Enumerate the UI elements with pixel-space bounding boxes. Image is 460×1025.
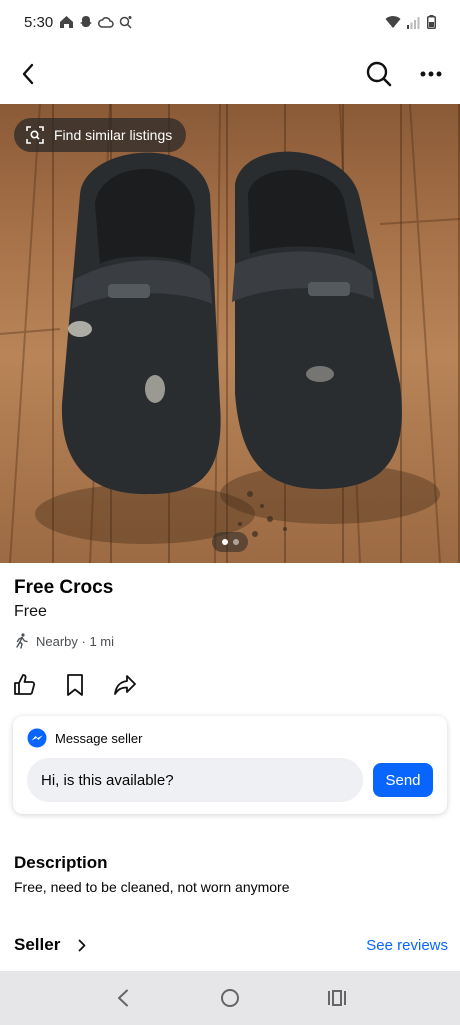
status-system-icons xyxy=(385,15,436,29)
snapchat-icon xyxy=(80,16,93,27)
see-reviews-link[interactable]: See reviews xyxy=(366,937,448,954)
chevron-left-icon xyxy=(22,63,34,85)
bookmark-icon xyxy=(67,674,83,696)
search-alert-icon xyxy=(119,16,132,29)
thumbs-up-icon xyxy=(14,674,36,695)
listing-location: Nearby · 1 mi xyxy=(14,633,114,649)
seller-expand-button[interactable] xyxy=(78,939,86,952)
home-icon xyxy=(60,16,74,28)
find-similar-label: Find similar listings xyxy=(54,127,173,143)
back-button[interactable] xyxy=(14,60,42,88)
seller-row: Seller See reviews xyxy=(14,935,448,955)
listing-title: Free Crocs xyxy=(14,577,114,598)
description-text: Free, need to be cleaned, not worn anymo… xyxy=(14,879,290,895)
nav-home-button[interactable] xyxy=(210,978,250,1018)
nav-back-button[interactable] xyxy=(103,978,143,1018)
status-bar: 5:30 xyxy=(0,0,460,44)
search-icon xyxy=(366,61,392,87)
send-button[interactable]: Send xyxy=(373,763,433,797)
more-options-button[interactable] xyxy=(416,59,446,89)
description-heading: Description xyxy=(14,853,108,872)
crocs-photo-illustration xyxy=(0,104,460,563)
message-compose-row: Send xyxy=(27,758,433,802)
status-time: 5:30 xyxy=(24,13,54,31)
signal-icon xyxy=(407,16,420,29)
share-arrow-icon xyxy=(114,675,136,695)
visual-search-icon xyxy=(26,126,44,144)
share-button[interactable] xyxy=(112,672,138,698)
more-horizontal-icon xyxy=(420,71,442,77)
system-navigation-bar xyxy=(0,971,460,1025)
top-bar-actions xyxy=(364,59,446,89)
cloud-icon xyxy=(98,17,114,28)
status-notification-icons xyxy=(59,15,133,29)
nav-recents-button[interactable] xyxy=(317,978,357,1018)
top-bar xyxy=(0,48,460,100)
pager-dot-2 xyxy=(232,539,239,545)
listing-actions xyxy=(12,672,138,698)
find-similar-listings-button[interactable]: Find similar listings xyxy=(14,118,187,152)
chevron-right-icon xyxy=(78,939,86,951)
listing-price: Free xyxy=(14,603,47,620)
nav-back-icon xyxy=(118,989,129,1007)
location-text: Nearby · 1 mi xyxy=(36,633,115,649)
message-seller-header: Message seller xyxy=(27,728,433,748)
search-button[interactable] xyxy=(364,59,394,89)
message-seller-label: Message seller xyxy=(55,730,143,746)
photo-pager[interactable] xyxy=(212,532,248,552)
wifi-icon xyxy=(385,15,401,28)
save-button[interactable] xyxy=(62,672,88,698)
messenger-icon xyxy=(27,728,47,748)
message-seller-card: Message seller Send xyxy=(13,716,447,814)
walking-icon xyxy=(16,633,28,649)
seller-heading[interactable]: Seller xyxy=(14,935,60,955)
listing-photo[interactable]: Find similar listings xyxy=(0,104,460,563)
nav-recents-icon xyxy=(327,990,346,1006)
nav-home-icon xyxy=(220,989,239,1007)
like-button[interactable] xyxy=(12,672,38,698)
battery-icon xyxy=(427,15,436,29)
pager-dot-1 xyxy=(221,539,228,545)
message-input[interactable] xyxy=(27,758,363,802)
